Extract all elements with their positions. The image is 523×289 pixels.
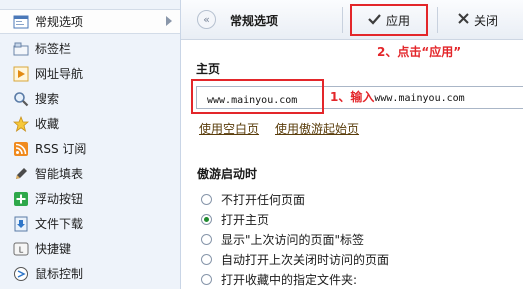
close-button-label: 关闭 [473, 13, 498, 28]
radio-button[interactable] [201, 253, 212, 265]
double-chevron-left-icon: « [203, 13, 210, 26]
back-button[interactable]: « [197, 10, 216, 29]
step1-annotation: 1、输入www.mainyou.com [330, 88, 465, 105]
radio-button[interactable] [201, 233, 212, 245]
mouse-gesture-icon [13, 266, 29, 282]
star-icon [13, 115, 29, 132]
startup-option-label: 自动打开上次关闭时访问的页面 [221, 252, 390, 267]
sidebar-item-label: RSS 订阅 [35, 142, 87, 156]
sidebar-item-autofill[interactable]: 智能填表 [0, 161, 180, 186]
sidebar-item-rss[interactable]: RSS 订阅 [0, 136, 180, 161]
sidebar-item-label: 搜索 [35, 92, 60, 106]
download-arrow-icon [13, 216, 29, 232]
chevron-right-icon [166, 16, 172, 26]
settings-window-icon [13, 14, 29, 30]
sidebar-item-navigation[interactable]: 网址导航 [0, 61, 180, 86]
plus-button-icon [13, 191, 29, 207]
startup-option-label: 打开收藏中的指定文件夹: [221, 272, 358, 287]
sidebar-item-general[interactable]: 常规选项 [0, 9, 180, 34]
sidebar-item-label: 快捷键 [35, 242, 72, 256]
sidebar-item-label: 收藏 [35, 117, 60, 131]
sidebar-item-label: 常规选项 [35, 15, 84, 29]
toolbar-divider [342, 7, 343, 33]
sidebar-item-label: 浮动按钮 [35, 192, 84, 206]
sidebar-item-label: 网址导航 [35, 67, 84, 81]
sidebar-item-tabs[interactable]: 标签栏 [0, 36, 180, 61]
use-blank-page-link[interactable]: 使用空白页 [199, 120, 259, 137]
rss-icon [13, 141, 29, 157]
input-highlight-box [191, 79, 324, 114]
step1-url: www.mainyou.com [374, 93, 465, 104]
startup-option-label: 显示"上次访问的页面"标签 [221, 232, 365, 247]
startup-option-label: 不打开任何页面 [221, 192, 306, 207]
toolbar-divider [437, 7, 438, 33]
startup-section-title: 傲游启动时 [197, 167, 258, 181]
svg-text:L: L [19, 245, 24, 254]
tabs-icon [13, 41, 29, 57]
sidebar-item-favorites[interactable]: 收藏 [0, 111, 180, 136]
startup-option-label: 打开主页 [221, 212, 270, 227]
sidebar-item-label: 文件下载 [35, 217, 84, 231]
use-maxthon-start-page-link[interactable]: 使用傲游起始页 [275, 120, 359, 137]
sidebar: 常规选项 标签栏 网址导航 搜索 收藏 RSS 订阅 智能填表 浮动按钮 文件下… [0, 0, 181, 289]
sidebar-item-float-button[interactable]: 浮动按钮 [0, 186, 180, 211]
startup-option[interactable]: 打开收藏中的指定文件夹: [201, 271, 357, 287]
apply-highlight-box [350, 4, 428, 36]
sidebar-item-download[interactable]: 文件下载 [0, 211, 180, 236]
navigation-arrow-icon [13, 66, 29, 82]
page-title: 常规选项 [230, 14, 279, 28]
sidebar-item-shortcuts[interactable]: L 快捷键 [0, 236, 180, 261]
startup-option[interactable]: 打开主页 [201, 211, 269, 227]
startup-option[interactable]: 自动打开上次关闭时访问的页面 [201, 251, 389, 267]
close-button[interactable]: 关闭 [448, 5, 508, 35]
radio-button[interactable] [201, 193, 212, 205]
sidebar-item-label: 鼠标控制 [35, 267, 84, 281]
pen-icon [13, 166, 29, 182]
startup-option[interactable]: 显示"上次访问的页面"标签 [201, 231, 364, 247]
radio-button[interactable] [201, 273, 212, 285]
step1-label: 1、输入 [330, 90, 375, 104]
homepage-section-title: 主页 [196, 62, 221, 76]
magnifier-icon [13, 91, 29, 107]
sidebar-item-label: 标签栏 [35, 42, 72, 56]
step2-annotation: 2、点击“应用” [377, 45, 462, 59]
startup-option[interactable]: 不打开任何页面 [201, 191, 305, 207]
radio-button-checked[interactable] [201, 213, 212, 225]
sidebar-item-label: 智能填表 [35, 167, 84, 181]
keyboard-key-icon: L [13, 241, 29, 257]
close-icon [458, 13, 469, 27]
sidebar-item-search[interactable]: 搜索 [0, 86, 180, 111]
sidebar-item-mouse[interactable]: 鼠标控制 [0, 261, 180, 286]
